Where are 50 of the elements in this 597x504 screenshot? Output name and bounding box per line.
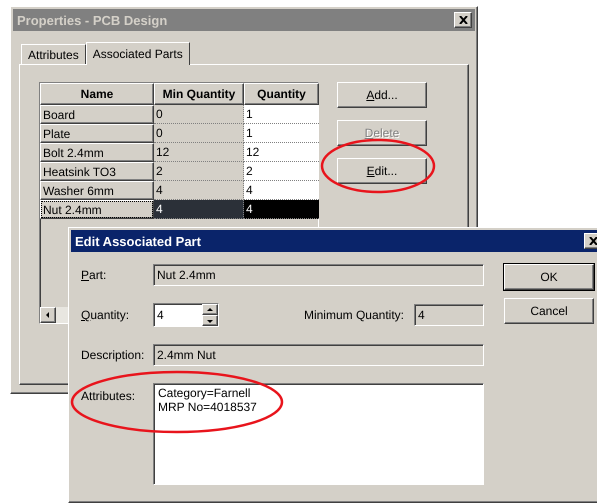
close-button[interactable] [584,233,597,249]
table-cell: 2 [244,162,319,181]
description-field[interactable]: 2.4mm Nut [153,344,484,366]
push-button[interactable]: Edit... [337,158,427,184]
down-arrow-icon [207,318,213,324]
field-label: Attributes: [81,389,136,403]
field-label: Minimum Quantity: [304,308,404,322]
row-header[interactable]: Heatsink TO3 [40,162,154,181]
attributes-field[interactable]: Category=Farnell MRP No=4018537 [153,383,484,485]
table-cell: 4 [244,181,319,200]
spin-up-button[interactable] [202,304,218,315]
spin-down-button[interactable] [202,315,218,326]
table-cell: 12 [244,143,319,162]
table-cell: 0 [154,105,244,124]
quantity-value: 4 [156,307,165,324]
row-header[interactable]: Nut 2.4mm [40,200,154,219]
scroll-left-button[interactable] [40,307,56,323]
field-label: Quantity: [81,308,130,322]
column-header[interactable]: Min Quantity [154,83,244,105]
table-cell: 2 [154,162,244,181]
table-cell: 12 [154,143,244,162]
part-field[interactable]: Nut 2.4mm [153,264,484,286]
table-cell: 1 [244,124,319,143]
row-header[interactable]: Plate [40,124,154,143]
dialog-title: Edit Associated Part [75,234,201,248]
tab[interactable]: Associated Parts [86,42,190,65]
table-cell: 4 [244,200,319,219]
push-button[interactable]: Add... [337,82,427,108]
row-header[interactable]: Washer 6mm [40,181,154,200]
column-header[interactable]: Name [40,83,154,105]
close-icon [458,16,468,24]
close-button[interactable] [454,12,472,28]
table-cell: 1 [244,105,319,124]
tab[interactable]: Attributes [21,44,86,64]
window-title: Properties - PCB Design [17,12,168,28]
close-icon [588,237,597,245]
row-header[interactable]: Board [40,105,154,124]
field-label: Description: [81,348,146,362]
quantity-spinner[interactable]: 4 [153,303,219,327]
minimum-quantity-field[interactable]: 4 [414,304,484,326]
push-button[interactable]: OK [504,264,594,290]
table-cell: 4 [154,181,244,200]
field-label: Part: [81,268,108,282]
table-cell: 4 [154,200,244,219]
up-arrow-icon [207,306,213,312]
row-header[interactable]: Bolt 2.4mm [40,143,154,162]
column-header[interactable]: Quantity [244,83,319,105]
left-arrow-icon [45,312,51,318]
table-cell: 0 [154,124,244,143]
push-button[interactable]: Cancel [504,298,594,324]
